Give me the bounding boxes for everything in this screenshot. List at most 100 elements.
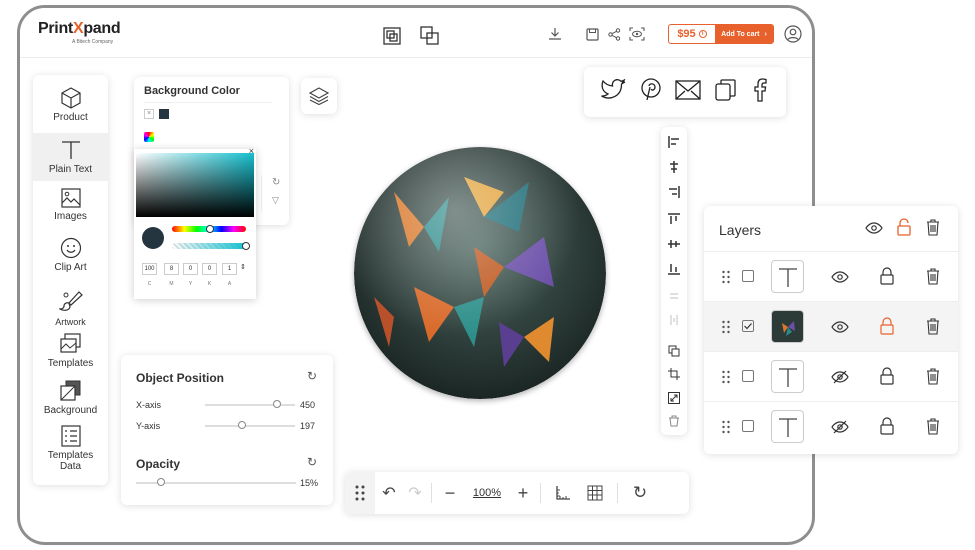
filter-icon[interactable]: ▽ <box>272 195 279 206</box>
sidebar-item-plain-text[interactable]: Plain Text <box>33 133 108 181</box>
logo-text-x: X <box>72 20 84 37</box>
text-layer-thumbnail <box>771 260 804 293</box>
pinterest-icon[interactable] <box>640 77 662 107</box>
reset-position-icon[interactable]: ↻ <box>307 369 317 383</box>
sidebar-item-images[interactable]: Images <box>33 188 108 222</box>
copy-link-icon[interactable] <box>714 78 738 107</box>
drag-handle-icon[interactable] <box>345 472 375 514</box>
align-center-icon[interactable] <box>667 160 681 174</box>
unlock-all-icon[interactable] <box>896 218 912 241</box>
distribute-vertical-icon[interactable] <box>667 313 681 327</box>
saturation-value-area[interactable] <box>136 153 254 217</box>
info-icon[interactable]: i <box>698 30 707 38</box>
trash-icon[interactable] <box>926 218 940 241</box>
cmyk-y-input[interactable]: 0 <box>183 263 198 275</box>
trash-icon[interactable] <box>926 317 940 340</box>
trash-icon[interactable] <box>926 367 940 390</box>
send-back-icon[interactable] <box>420 26 440 46</box>
x-axis-slider-knob[interactable] <box>273 400 281 408</box>
lock-icon[interactable] <box>879 417 895 440</box>
zoom-out-icon[interactable]: − <box>436 472 464 514</box>
hue-slider-knob[interactable] <box>206 225 214 233</box>
align-right-icon[interactable] <box>667 185 681 199</box>
twitter-icon[interactable] <box>600 78 627 107</box>
share-icon[interactable] <box>604 24 624 44</box>
opacity-slider-knob[interactable] <box>157 478 165 486</box>
y-axis-slider[interactable] <box>205 425 295 427</box>
format-toggle-icon[interactable]: ⇕ <box>240 263 246 271</box>
x-axis-value: 450 <box>300 400 316 410</box>
alpha-slider[interactable] <box>172 243 246 249</box>
user-icon[interactable] <box>783 24 803 44</box>
download-icon[interactable] <box>545 24 565 44</box>
zoom-level[interactable]: 100% <box>464 472 510 514</box>
current-color-swatch[interactable] <box>159 109 169 119</box>
add-to-cart-button[interactable]: Add To cart › <box>715 25 773 43</box>
object-position-title: Object Position <box>136 371 225 385</box>
alpha-input[interactable]: 1 <box>222 263 237 275</box>
layer-checkbox[interactable] <box>742 270 754 282</box>
email-icon[interactable] <box>675 79 701 105</box>
cmyk-m-input[interactable]: 8 <box>164 263 179 275</box>
alpha-slider-knob[interactable] <box>242 242 250 250</box>
sidebar-item-background[interactable]: Background <box>33 380 108 416</box>
lock-icon[interactable] <box>879 367 895 390</box>
eye-icon[interactable] <box>831 269 849 290</box>
sidebar-item-artwork[interactable]: Artwork <box>33 290 108 327</box>
undo-icon[interactable]: ↶ <box>375 472 403 514</box>
sidebar-item-product[interactable]: Product <box>33 87 108 123</box>
zoom-in-icon[interactable]: + <box>510 472 536 514</box>
refresh-icon[interactable]: ↻ <box>626 472 654 514</box>
trash-icon[interactable] <box>926 417 940 440</box>
preview-icon[interactable] <box>627 24 647 44</box>
layers-toggle-button[interactable] <box>301 78 337 114</box>
eye-icon[interactable] <box>831 319 849 340</box>
duplicate-icon[interactable] <box>667 344 681 358</box>
layer-checkbox[interactable] <box>742 370 754 382</box>
cmyk-c-input[interactable]: 100 <box>142 263 157 275</box>
align-left-icon[interactable] <box>667 135 681 149</box>
drag-handle-icon[interactable] <box>722 270 730 289</box>
drag-handle-icon[interactable] <box>722 420 730 439</box>
layer-row[interactable] <box>704 351 958 401</box>
align-middle-icon[interactable] <box>667 237 681 251</box>
redo-icon[interactable]: ↷ <box>403 472 427 514</box>
no-color-icon[interactable]: × <box>144 109 154 119</box>
grid-icon[interactable] <box>581 472 609 514</box>
layer-row[interactable] <box>704 401 958 451</box>
drag-handle-icon[interactable] <box>722 320 730 339</box>
object-position-panel: Object Position ↻ X-axis 450 Y-axis 197 … <box>121 355 333 505</box>
bring-front-icon[interactable] <box>382 26 402 46</box>
eye-off-icon[interactable] <box>831 369 849 390</box>
sidebar-item-clip-art[interactable]: Clip Art <box>33 237 108 273</box>
layer-row[interactable] <box>704 251 958 301</box>
drag-handle-icon[interactable] <box>722 370 730 389</box>
distribute-horizontal-icon[interactable] <box>667 289 681 303</box>
reset-opacity-icon[interactable]: ↻ <box>307 455 317 469</box>
color-wheel-icon[interactable] <box>144 132 154 142</box>
crop-icon[interactable] <box>667 367 681 381</box>
save-icon[interactable] <box>582 24 602 44</box>
eye-off-icon[interactable] <box>831 419 849 440</box>
resize-icon[interactable] <box>667 391 681 405</box>
eye-icon[interactable] <box>865 220 883 241</box>
trash-icon[interactable] <box>926 267 940 290</box>
align-top-icon[interactable] <box>667 212 681 226</box>
lock-icon[interactable] <box>879 267 895 290</box>
facebook-icon[interactable] <box>751 77 769 107</box>
unlock-icon[interactable] <box>879 317 895 340</box>
y-axis-slider-knob[interactable] <box>238 421 246 429</box>
ruler-icon[interactable] <box>545 472 581 514</box>
reset-icon[interactable]: ↻ <box>272 177 280 188</box>
sidebar-item-templates-data[interactable]: Templates Data <box>33 425 108 472</box>
layer-checkbox-checked[interactable] <box>742 320 754 332</box>
align-bottom-icon[interactable] <box>667 262 681 276</box>
delete-icon[interactable] <box>667 414 681 428</box>
cmyk-k-input[interactable]: 0 <box>202 263 217 275</box>
product-canvas-image[interactable] <box>354 147 606 399</box>
layers-panel: Layers <box>704 206 958 454</box>
layer-checkbox[interactable] <box>742 420 754 432</box>
sidebar-item-templates[interactable]: Templates <box>33 333 108 369</box>
layer-row-selected[interactable] <box>704 301 958 351</box>
x-axis-slider[interactable] <box>205 404 295 406</box>
